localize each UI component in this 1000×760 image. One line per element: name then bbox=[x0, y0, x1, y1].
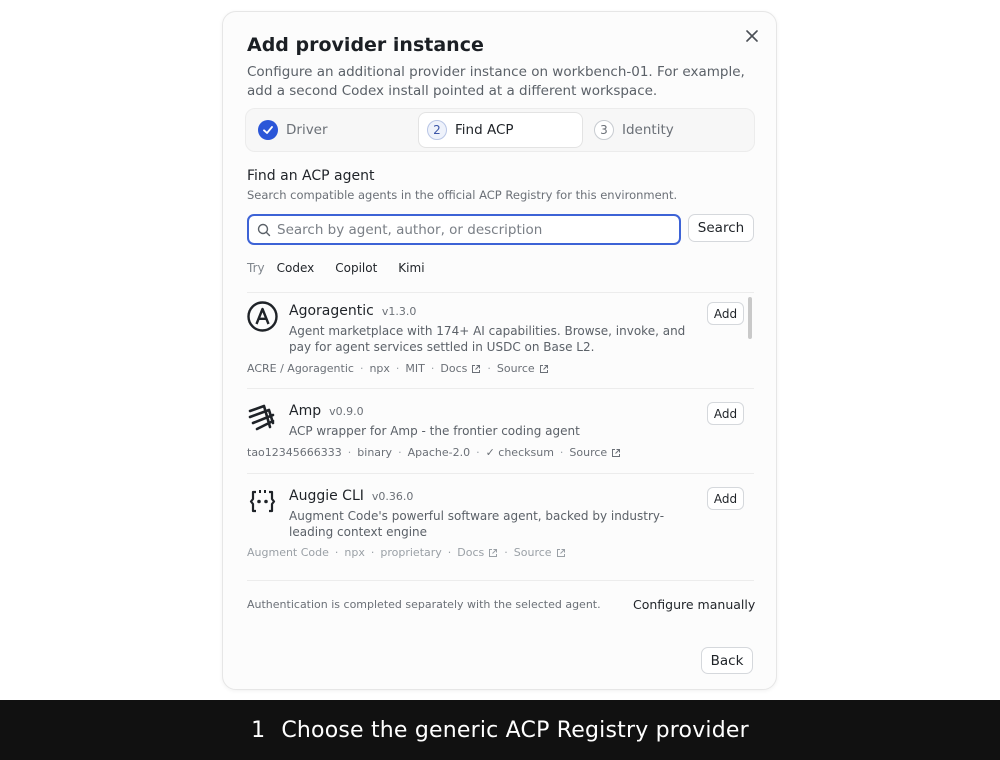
search-input[interactable] bbox=[277, 221, 667, 238]
agent-header: Auggie CLI v0.36.0 bbox=[289, 488, 413, 504]
suggestion-codex[interactable]: Codex bbox=[277, 261, 315, 275]
back-button[interactable]: Back bbox=[701, 647, 753, 674]
agent-checksum: ✓ checksum bbox=[485, 446, 554, 459]
step-label: Identity bbox=[622, 122, 674, 138]
check-icon bbox=[258, 120, 278, 140]
agent-meta: tao12345666333 · binary · Apache-2.0 · ✓ ch… bbox=[247, 446, 621, 459]
agent-distribution: npx bbox=[369, 362, 390, 375]
search-field[interactable] bbox=[247, 214, 681, 245]
add-agent-button[interactable]: Add bbox=[707, 487, 744, 510]
step-find-acp[interactable]: 2 Find ACP bbox=[418, 112, 583, 148]
external-link-icon bbox=[489, 548, 498, 557]
configure-manually-link[interactable]: Configure manually bbox=[633, 597, 755, 612]
search-button[interactable]: Search bbox=[688, 214, 754, 242]
caption-text: Choose the generic ACP Registry provider bbox=[281, 717, 749, 743]
agent-name: Amp bbox=[289, 403, 322, 419]
stepper: Driver 2 Find ACP 3 Identity bbox=[245, 108, 755, 152]
agent-header: Amp v0.9.0 bbox=[289, 403, 364, 419]
docs-link[interactable]: Docs bbox=[457, 546, 498, 559]
amp-lines-icon bbox=[247, 401, 278, 432]
list-item: Amp v0.9.0 Add ACP wrapper for Amp - the… bbox=[247, 389, 754, 474]
external-link-icon bbox=[612, 448, 621, 457]
find-agent-description: Search compatible agents in the official… bbox=[247, 188, 678, 202]
agent-description: Agent marketplace with 174+ AI capabilit… bbox=[289, 324, 686, 354]
source-link[interactable]: Source bbox=[514, 546, 566, 559]
agent-meta: Augment Code · npx · proprietary · Docs · S… bbox=[247, 546, 566, 559]
search-icon bbox=[257, 223, 271, 237]
bracket-face-icon bbox=[247, 486, 278, 517]
try-label: Try bbox=[247, 261, 265, 275]
agent-results-list[interactable]: Agoragentic v1.3.0 Add Agent marketplace… bbox=[247, 292, 754, 582]
agent-version: v0.36.0 bbox=[371, 490, 414, 503]
agent-license: Apache-2.0 bbox=[407, 446, 471, 459]
agent-author: Augment Code bbox=[247, 546, 329, 559]
agent-description: ACP wrapper for Amp - the frontier codin… bbox=[289, 424, 580, 438]
source-link[interactable]: Source bbox=[497, 362, 549, 375]
step-number: 2 bbox=[427, 120, 447, 140]
agent-author: ACRE / Agoragentic bbox=[247, 362, 354, 375]
source-link[interactable]: Source bbox=[569, 446, 621, 459]
external-link-icon bbox=[472, 364, 481, 373]
suggestion-row: Try Codex Copilot Kimi bbox=[247, 261, 446, 275]
suggestion-copilot[interactable]: Copilot bbox=[335, 261, 377, 275]
step-number: 3 bbox=[594, 120, 614, 140]
add-agent-button[interactable]: Add bbox=[707, 302, 744, 325]
step-label: Find ACP bbox=[455, 122, 514, 138]
list-item: Agoragentic v1.3.0 Add Agent marketplace… bbox=[247, 293, 754, 389]
agent-version: v0.9.0 bbox=[329, 405, 364, 418]
agent-license: proprietary bbox=[380, 546, 442, 559]
agent-meta: ACRE / Agoragentic · npx · MIT · Docs · Sou… bbox=[247, 362, 549, 375]
results-scrollbar[interactable] bbox=[748, 297, 752, 339]
caption-bar: 1 Choose the generic ACP Registry provide… bbox=[0, 700, 1000, 760]
add-agent-button[interactable]: Add bbox=[707, 402, 744, 425]
dialog-title: Add provider instance bbox=[247, 34, 484, 56]
dialog-subtitle: Configure an additional provider instanc… bbox=[247, 64, 745, 99]
auth-note: Authentication is completed separately w… bbox=[247, 598, 601, 611]
step-identity[interactable]: 3 Identity bbox=[594, 109, 674, 151]
step-driver[interactable]: Driver bbox=[258, 109, 328, 151]
circle-a-icon bbox=[247, 301, 278, 332]
agent-distribution: binary bbox=[357, 446, 393, 459]
close-icon[interactable] bbox=[744, 28, 760, 44]
step-label: Driver bbox=[286, 122, 328, 138]
external-link-icon bbox=[556, 548, 565, 557]
find-agent-title: Find an ACP agent bbox=[247, 168, 375, 184]
footer-divider bbox=[247, 580, 754, 581]
caption: 1 Choose the generic ACP Registry provide… bbox=[251, 718, 749, 743]
external-link-icon bbox=[539, 364, 548, 373]
agent-name: Auggie CLI bbox=[289, 488, 364, 504]
agent-version: v1.3.0 bbox=[381, 305, 417, 318]
add-provider-dialog: Add provider instance Configure an addit… bbox=[222, 11, 777, 690]
agent-header: Agoragentic v1.3.0 bbox=[289, 303, 416, 319]
docs-link[interactable]: Docs bbox=[440, 362, 481, 375]
caption-step-number: 1 bbox=[251, 717, 266, 743]
agent-description: Augment Code's powerful software agent, … bbox=[289, 509, 665, 539]
agent-distribution: npx bbox=[344, 546, 365, 559]
agent-name: Agoragentic bbox=[289, 303, 374, 319]
agent-author: tao12345666333 bbox=[247, 446, 342, 459]
list-item: Auggie CLI v0.36.0 Add Augment Code's po… bbox=[247, 474, 754, 582]
agent-license: MIT bbox=[405, 362, 425, 375]
suggestion-kimi[interactable]: Kimi bbox=[398, 261, 424, 275]
